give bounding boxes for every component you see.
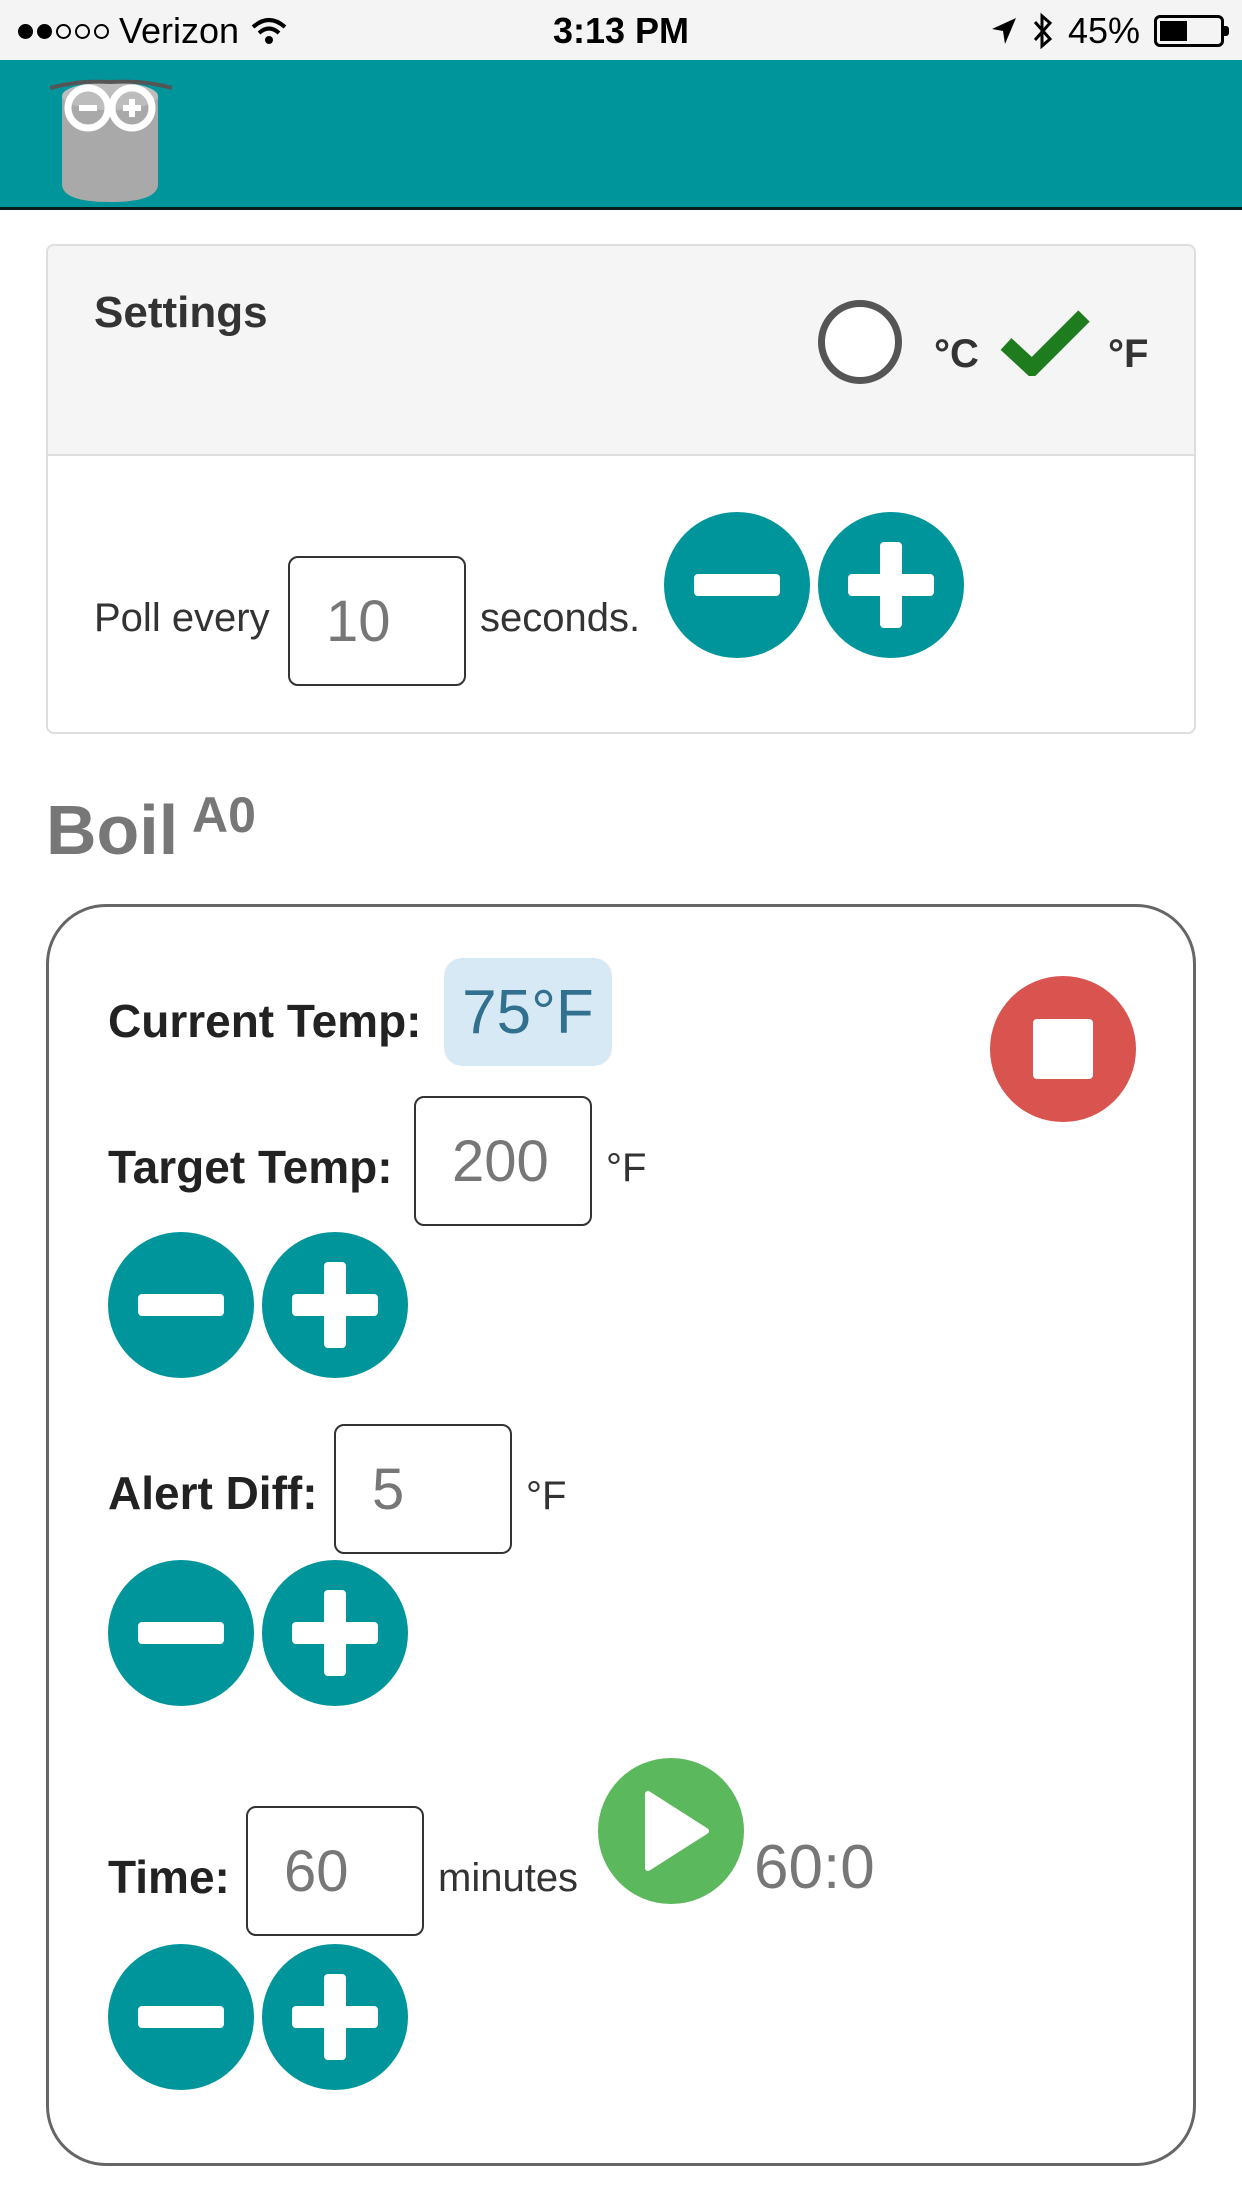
current-temp-badge: 75°F bbox=[444, 958, 612, 1066]
settings-title: Settings bbox=[94, 288, 268, 337]
minus-icon bbox=[138, 2006, 224, 2028]
plus-icon-vertical bbox=[880, 542, 902, 628]
target-temp-increase-button[interactable] bbox=[262, 1232, 408, 1378]
battery-percent: 45% bbox=[1067, 10, 1140, 51]
time-unit: minutes bbox=[438, 1856, 579, 1900]
plus-icon-vertical bbox=[324, 1590, 346, 1676]
timer-display: 60:0 bbox=[754, 1833, 875, 1902]
play-button[interactable] bbox=[598, 1758, 744, 1904]
alert-diff-decrease-button[interactable] bbox=[108, 1560, 254, 1706]
minus-icon bbox=[138, 1622, 224, 1644]
bluetooth-icon bbox=[1033, 13, 1053, 49]
fahrenheit-label: °F bbox=[1108, 332, 1149, 376]
plus-icon-vertical bbox=[324, 1974, 346, 2060]
time-input[interactable]: 60 bbox=[246, 1806, 424, 1936]
target-temp-input[interactable]: 200 bbox=[414, 1096, 592, 1226]
status-bar: Verizon 3:13 PM 45% bbox=[0, 0, 1242, 60]
stop-icon bbox=[1033, 1019, 1093, 1079]
boil-pin-label: A0 bbox=[192, 787, 256, 843]
alert-diff-label: Alert Diff: bbox=[108, 1467, 318, 1519]
poll-unit-label: seconds. bbox=[480, 596, 641, 640]
location-arrow-icon bbox=[991, 18, 1016, 44]
time-increase-button[interactable] bbox=[262, 1944, 408, 2090]
plus-icon-vertical bbox=[324, 1262, 346, 1348]
arduino-can-logo-icon bbox=[49, 79, 173, 202]
alert-diff-unit: °F bbox=[526, 1474, 567, 1518]
alert-diff-input[interactable]: 5 bbox=[334, 1424, 512, 1554]
boil-section-title: Boil bbox=[46, 791, 179, 869]
poll-decrease-button[interactable] bbox=[664, 512, 810, 658]
settings-panel: Settings °C °F Poll every 10 seconds. bbox=[46, 244, 1196, 734]
stop-button[interactable] bbox=[990, 976, 1136, 1122]
target-temp-decrease-button[interactable] bbox=[108, 1232, 254, 1378]
time-label: Time: bbox=[108, 1851, 230, 1903]
target-temp-label: Target Temp: bbox=[108, 1141, 393, 1193]
app-header bbox=[0, 60, 1242, 210]
settings-panel-body: Poll every 10 seconds. bbox=[48, 456, 1194, 732]
settings-panel-header: Settings °C °F bbox=[48, 246, 1194, 456]
battery-icon bbox=[1154, 15, 1229, 47]
fahrenheit-check-icon[interactable] bbox=[1000, 306, 1090, 376]
celsius-label: °C bbox=[934, 332, 979, 376]
current-temp-label: Current Temp: bbox=[108, 995, 422, 1047]
minus-icon bbox=[138, 1294, 224, 1316]
target-temp-unit: °F bbox=[606, 1146, 647, 1190]
poll-increase-button[interactable] bbox=[818, 512, 964, 658]
play-icon bbox=[645, 1791, 709, 1871]
celsius-radio[interactable] bbox=[818, 300, 902, 384]
alert-diff-increase-button[interactable] bbox=[262, 1560, 408, 1706]
poll-interval-input[interactable]: 10 bbox=[288, 556, 466, 686]
status-right: 45% bbox=[990, 10, 1229, 52]
poll-every-label: Poll every bbox=[94, 596, 270, 640]
time-decrease-button[interactable] bbox=[108, 1944, 254, 2090]
minus-icon bbox=[694, 574, 780, 596]
